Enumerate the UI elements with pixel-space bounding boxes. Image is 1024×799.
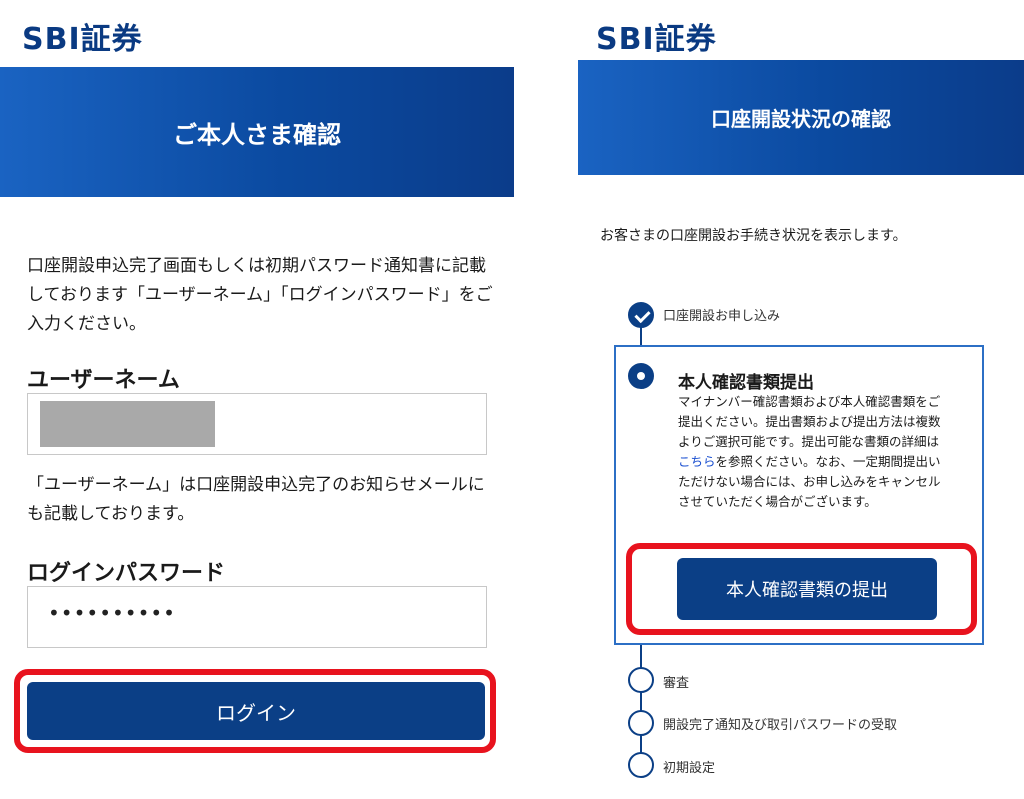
intro-text: 口座開設申込完了画面もしくは初期パスワード通知書に記載しております「ユーザーネー… (27, 256, 493, 334)
step-description-text-2: を参照ください。なお、一定期間提出いただけない場合には、お申し込みをキャンセルさ… (678, 454, 941, 509)
password-input[interactable]: •••••••••• (27, 586, 487, 648)
login-panel: SBI証券 ご本人さま確認 口座開設申込完了画面もしくは初期パスワード通知書に記… (0, 0, 514, 799)
timeline-line (640, 325, 642, 345)
username-hint: 「ユーザーネーム」は口座開設申込完了のお知らせメールにも記載しております。 (27, 475, 485, 524)
step-description-text: マイナンバー確認書類および本人確認書類をご提出ください。提出書類および提出方法は… (678, 394, 941, 449)
submit-id-documents-button[interactable]: 本人確認書類の提出 (677, 558, 937, 620)
login-button[interactable]: ログイン (27, 682, 485, 740)
username-input[interactable] (27, 393, 487, 455)
page-title: ご本人さま確認 (173, 120, 341, 149)
username-label: ユーザーネーム (27, 368, 180, 393)
page-header: ご本人さま確認 (0, 67, 514, 197)
step-title-id-submission: 本人確認書類提出 (678, 373, 814, 393)
page-title: 口座開設状況の確認 (711, 107, 891, 131)
check-icon (628, 302, 654, 328)
pending-step-icon (628, 667, 654, 693)
pending-step-icon (628, 710, 654, 736)
pending-step-icon (628, 752, 654, 778)
step-description: マイナンバー確認書類および本人確認書類をご提出ください。提出書類および提出方法は… (678, 392, 948, 512)
step-label-review: 審査 (663, 676, 690, 691)
details-link[interactable]: こちら (678, 454, 716, 469)
password-label: ログインパスワード (27, 561, 226, 586)
page-header: 口座開設状況の確認 (578, 60, 1024, 175)
step-label-completion-notice: 開設完了通知及び取引パスワードの受取 (663, 718, 898, 733)
password-value: •••••••••• (48, 601, 176, 625)
sbi-logo: SBI証券 (22, 22, 143, 57)
current-step-icon (628, 363, 654, 389)
step-label-application: 口座開設お申し込み (663, 309, 781, 324)
redacted-username (40, 401, 215, 447)
sbi-logo: SBI証券 (596, 22, 717, 57)
status-description: お客さまの口座開設お手続き状況を表示します。 (600, 228, 907, 244)
step-label-initial-setup: 初期設定 (663, 761, 716, 776)
